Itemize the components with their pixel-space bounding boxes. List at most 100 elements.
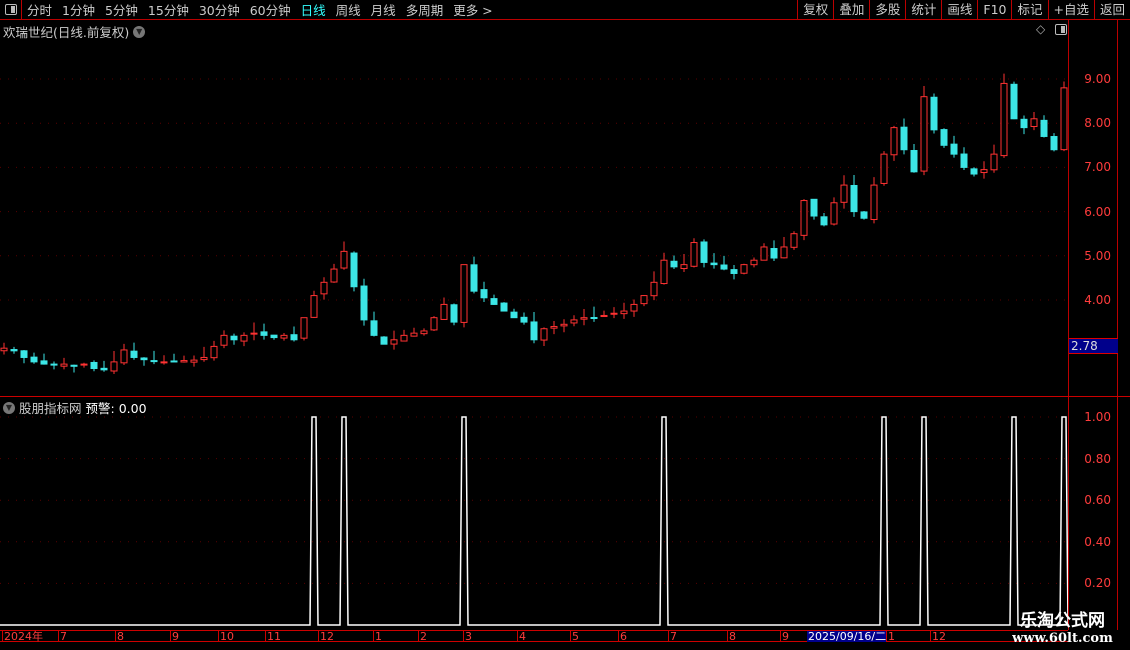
candle-up	[560, 323, 568, 327]
price-tick-label: 9.00	[1084, 72, 1111, 86]
candle-down	[100, 367, 108, 371]
candle-up	[880, 153, 888, 184]
candle-up	[0, 347, 8, 352]
candle-down	[130, 350, 138, 358]
indicator-tick-label: 0.60	[1084, 493, 1111, 508]
time-tick-label: 2	[418, 630, 427, 643]
candle-down	[290, 334, 298, 341]
right-side-panel	[1118, 20, 1130, 650]
candle-up	[390, 339, 398, 345]
candle-up	[440, 303, 448, 320]
candle-up	[780, 246, 788, 259]
candle-up	[580, 317, 588, 320]
candle-up	[550, 326, 558, 329]
time-tick-label: 2024年	[2, 630, 43, 643]
candle-up	[630, 303, 638, 312]
candle-down	[350, 252, 358, 288]
toolbar-button[interactable]: 返回	[1093, 0, 1130, 20]
candle-up	[640, 295, 648, 305]
candle-up	[410, 332, 418, 337]
candle-up	[250, 332, 258, 335]
kline-chart[interactable]	[0, 0, 1068, 630]
candle-down	[860, 211, 868, 219]
candle-down	[520, 316, 528, 323]
watermark: 乐淘公式网 www.60lt.com	[995, 606, 1130, 646]
candle-down	[150, 360, 158, 363]
candle-up	[610, 312, 618, 315]
candle-up	[1030, 118, 1038, 128]
candle-up	[1060, 87, 1068, 151]
candle-up	[80, 363, 88, 366]
candle-down	[940, 129, 948, 146]
candle-down	[720, 264, 728, 270]
pane-divider[interactable]	[0, 396, 1130, 397]
candle-down	[40, 360, 48, 365]
candle-up	[400, 334, 408, 342]
indicator-value: 预警: 0.00	[85, 401, 147, 416]
candle-up	[830, 202, 838, 225]
price-tick-label: 7.00	[1084, 160, 1111, 175]
candle-up	[980, 169, 988, 174]
time-tick-label: 4	[517, 630, 526, 643]
candle-down	[910, 150, 918, 173]
watermark-line2: www.60lt.com	[1012, 631, 1113, 646]
candle-down	[270, 334, 278, 339]
time-tick-label: 7	[58, 630, 67, 643]
candle-up	[180, 360, 188, 363]
candle-up	[300, 317, 308, 339]
candle-down	[90, 361, 98, 370]
candle-down	[1020, 118, 1028, 129]
time-tick-label: 1	[886, 630, 895, 643]
candle-up	[650, 281, 658, 297]
time-tick-label: 8	[727, 630, 736, 643]
time-tick-label: 1	[373, 630, 382, 643]
candle-down	[1050, 136, 1058, 151]
candle-down	[530, 321, 538, 341]
candle-down	[950, 143, 958, 155]
candle-down	[960, 153, 968, 168]
time-tick-label: 7	[668, 630, 677, 643]
time-tick-label: 9	[780, 630, 789, 643]
candle-down	[770, 248, 778, 259]
indicator-tick-label: 1.00	[1084, 410, 1111, 424]
candle-up	[200, 356, 208, 361]
candle-down	[820, 216, 828, 226]
time-tick-label: 5	[570, 630, 579, 643]
candle-up	[310, 295, 318, 318]
candle-down	[490, 298, 498, 305]
candle-up	[540, 328, 548, 341]
candle-down	[360, 285, 368, 321]
time-tick-label: 11	[265, 630, 281, 643]
indicator-tick-label: 0.20	[1084, 576, 1111, 591]
chevron-down-icon[interactable]: ▼	[3, 401, 15, 414]
candle-down	[170, 360, 178, 363]
candle-up	[890, 127, 898, 156]
candle-up	[690, 242, 698, 267]
candle-up	[870, 184, 878, 221]
candle-up	[990, 153, 998, 171]
candle-down	[230, 335, 238, 341]
candle-down	[670, 260, 678, 268]
candle-down	[470, 264, 478, 292]
candle-up	[920, 96, 928, 172]
indicator-tick-label: 0.40	[1084, 534, 1111, 549]
candle-up	[660, 259, 668, 285]
candle-up	[60, 363, 68, 367]
price-tick-label: 6.00	[1084, 204, 1111, 219]
candle-down	[20, 350, 28, 358]
candle-up	[1000, 82, 1008, 157]
candle-up	[570, 319, 578, 324]
price-tick-label: 8.00	[1084, 116, 1111, 131]
candle-up	[320, 281, 328, 295]
candle-down	[500, 302, 508, 312]
candle-down	[850, 184, 858, 213]
candle-up	[600, 314, 608, 318]
candle-down	[590, 317, 598, 320]
time-tick-label: 10	[218, 630, 234, 643]
candle-down	[1010, 83, 1018, 120]
candle-down	[70, 364, 78, 367]
candle-up	[840, 184, 848, 203]
candle-down	[900, 126, 908, 151]
time-tick-label: 6	[618, 630, 627, 643]
candle-down	[730, 269, 738, 274]
